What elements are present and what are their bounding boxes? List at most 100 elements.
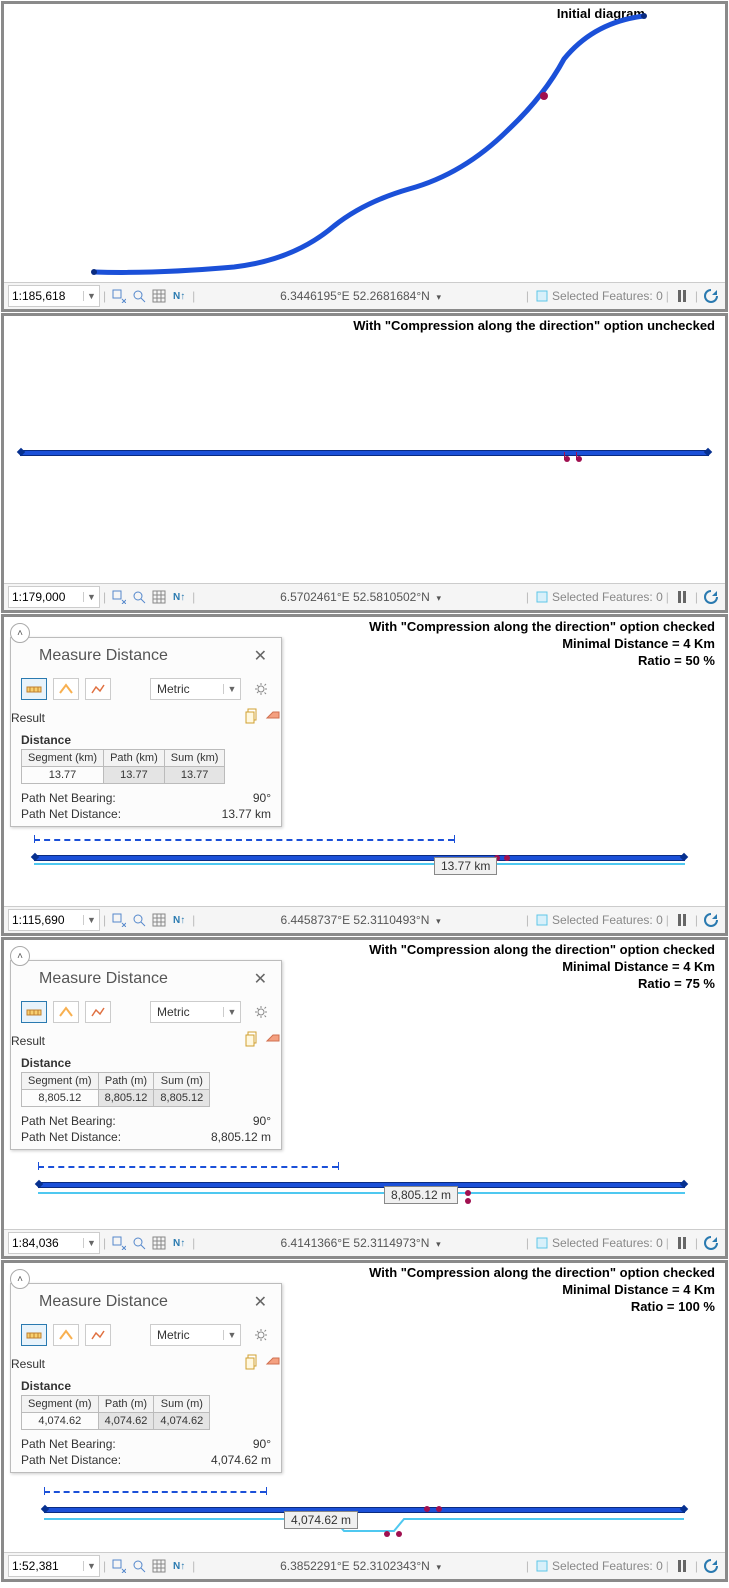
grid-icon[interactable] xyxy=(151,1235,167,1251)
chevron-down-icon[interactable]: ▼ xyxy=(83,1238,99,1248)
extent-icon[interactable] xyxy=(111,1235,127,1251)
measure-feature-mode[interactable] xyxy=(85,678,111,700)
zoom-selection-icon[interactable] xyxy=(131,1558,147,1574)
north-arrow-icon[interactable]: N↑ xyxy=(171,288,187,304)
north-arrow-icon[interactable]: N↑ xyxy=(171,589,187,605)
clear-icon[interactable] xyxy=(265,1354,281,1373)
chevron-down-icon[interactable]: ▾ xyxy=(437,1562,442,1572)
chevron-down-icon[interactable]: ▼ xyxy=(83,291,99,301)
chevron-down-icon[interactable]: ▾ xyxy=(436,916,441,926)
collapse-toggle[interactable]: ˄ xyxy=(10,623,30,643)
scale-combo[interactable]: ▼ xyxy=(8,909,100,931)
north-arrow-icon[interactable]: N↑ xyxy=(171,1235,187,1251)
selection-icon[interactable] xyxy=(534,288,550,304)
grid-icon[interactable] xyxy=(151,288,167,304)
clear-icon[interactable] xyxy=(265,1031,281,1050)
measure-path-mode[interactable] xyxy=(53,1001,79,1023)
measure-feature-mode[interactable] xyxy=(85,1324,111,1346)
grid-icon[interactable] xyxy=(151,1558,167,1574)
grid-icon[interactable] xyxy=(151,589,167,605)
gear-icon[interactable] xyxy=(251,1002,271,1022)
refresh-icon[interactable] xyxy=(703,912,719,928)
selected-features: Selected Features: 0 xyxy=(552,913,663,927)
copy-icon[interactable] xyxy=(245,708,259,727)
chevron-down-icon[interactable]: ▼ xyxy=(83,592,99,602)
gear-icon[interactable] xyxy=(251,1325,271,1345)
pause-icon[interactable] xyxy=(674,1558,690,1574)
chevron-down-icon[interactable]: ▼ xyxy=(223,684,240,694)
zoom-selection-icon[interactable] xyxy=(131,1235,147,1251)
unit-selector[interactable]: Metric ▼ xyxy=(150,1324,241,1346)
extent-icon[interactable] xyxy=(111,589,127,605)
pause-icon[interactable] xyxy=(674,912,690,928)
chevron-down-icon[interactable]: ▾ xyxy=(437,593,442,603)
close-icon[interactable]: ✕ xyxy=(250,1292,271,1312)
extent-icon[interactable] xyxy=(111,912,127,928)
copy-icon[interactable] xyxy=(245,1354,259,1373)
close-icon[interactable]: ✕ xyxy=(250,969,271,989)
zoom-selection-icon[interactable] xyxy=(131,912,147,928)
collapse-toggle[interactable]: ˄ xyxy=(10,946,30,966)
selected-features: Selected Features: 0 xyxy=(552,289,663,303)
coordinates: 6.3852291°E 52.3102343°N ▾ xyxy=(198,1559,523,1573)
selected-features: Selected Features: 0 xyxy=(552,1236,663,1250)
selection-icon[interactable] xyxy=(534,912,550,928)
measure-line-mode[interactable] xyxy=(21,1324,47,1346)
status-bar: ▼ | N↑ | 6.5702461°E 52.5810502°N ▾ | Se… xyxy=(4,583,725,610)
north-arrow-icon[interactable]: N↑ xyxy=(171,912,187,928)
measure-line-mode[interactable] xyxy=(21,678,47,700)
collapse-toggle[interactable]: ˄ xyxy=(10,1269,30,1289)
zoom-selection-icon[interactable] xyxy=(131,288,147,304)
measure-path-mode[interactable] xyxy=(53,1324,79,1346)
measure-path-mode[interactable] xyxy=(53,678,79,700)
chevron-down-icon[interactable]: ▼ xyxy=(223,1330,240,1340)
measure-line-mode[interactable] xyxy=(21,1001,47,1023)
scale-combo[interactable]: ▼ xyxy=(8,586,100,608)
copy-icon[interactable] xyxy=(245,1031,259,1050)
chevron-down-icon[interactable]: ▾ xyxy=(437,292,442,302)
chevron-down-icon[interactable]: ▼ xyxy=(223,1007,240,1017)
coordinates: 6.3446195°E 52.2681684°N ▾ xyxy=(198,289,523,303)
selected-features: Selected Features: 0 xyxy=(552,590,663,604)
diagram-cyan xyxy=(44,1509,684,1539)
unit-selector[interactable]: Metric ▼ xyxy=(150,678,241,700)
pause-icon[interactable] xyxy=(674,589,690,605)
grid-icon[interactable] xyxy=(151,912,167,928)
scale-combo[interactable]: ▼ xyxy=(8,285,100,307)
scale-input[interactable] xyxy=(9,913,83,927)
selection-icon[interactable] xyxy=(534,589,550,605)
coordinates: 6.4458737°E 52.3110493°N ▾ xyxy=(198,913,523,927)
measure-distance-panel: Measure Distance ✕ Metric ▼ Result xyxy=(10,1283,282,1473)
selection-icon[interactable] xyxy=(534,1235,550,1251)
north-arrow-icon[interactable]: N↑ xyxy=(171,1558,187,1574)
chevron-down-icon[interactable]: ▼ xyxy=(83,1561,99,1571)
scale-input[interactable] xyxy=(9,1236,83,1250)
scale-input[interactable] xyxy=(9,289,83,303)
refresh-icon[interactable] xyxy=(703,589,719,605)
unit-selector[interactable]: Metric ▼ xyxy=(150,1001,241,1023)
extent-icon[interactable] xyxy=(111,288,127,304)
distance-table: Segment (km)Path (km)Sum (km) 13.7713.77… xyxy=(21,749,225,784)
diagram-line xyxy=(34,855,685,861)
pause-icon[interactable] xyxy=(674,1235,690,1251)
node-connector xyxy=(564,452,565,460)
scale-combo[interactable]: ▼ xyxy=(8,1555,100,1577)
refresh-icon[interactable] xyxy=(703,288,719,304)
extent-icon[interactable] xyxy=(111,1558,127,1574)
chevron-down-icon[interactable]: ▼ xyxy=(83,915,99,925)
close-icon[interactable]: ✕ xyxy=(250,646,271,666)
panel-ratio100: ˄ With "Compression along the direction"… xyxy=(1,1260,728,1582)
chevron-down-icon[interactable]: ▾ xyxy=(436,1239,441,1249)
pause-icon[interactable] xyxy=(674,288,690,304)
scale-combo[interactable]: ▼ xyxy=(8,1232,100,1254)
scale-input[interactable] xyxy=(9,590,83,604)
measure-title: Measure Distance xyxy=(39,1293,168,1311)
gear-icon[interactable] xyxy=(251,679,271,699)
scale-input[interactable] xyxy=(9,1559,83,1573)
refresh-icon[interactable] xyxy=(703,1235,719,1251)
selection-icon[interactable] xyxy=(534,1558,550,1574)
zoom-selection-icon[interactable] xyxy=(131,589,147,605)
refresh-icon[interactable] xyxy=(703,1558,719,1574)
measure-feature-mode[interactable] xyxy=(85,1001,111,1023)
clear-icon[interactable] xyxy=(265,708,281,727)
